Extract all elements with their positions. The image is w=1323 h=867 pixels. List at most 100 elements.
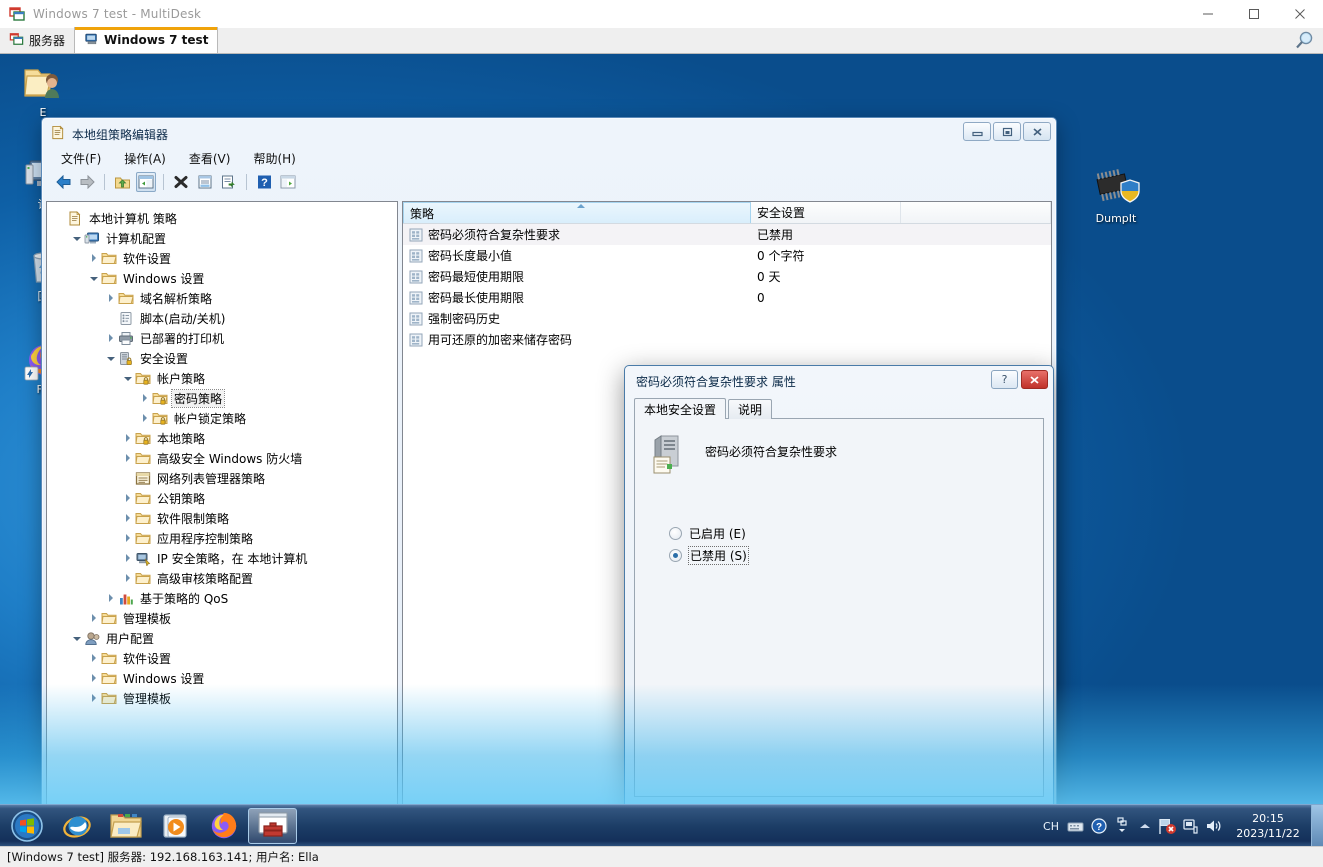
taskbar-clock[interactable]: 20:15 2023/11/22 [1225, 811, 1311, 841]
menu-file[interactable]: 文件(F) [58, 148, 104, 169]
tree-item[interactable]: 用户配置 [47, 628, 397, 648]
policy-tree-pane[interactable]: 本地计算机 策略 计算机配置 软件设置 Windows 设置 域名解析策略 脚本(启动/关… [46, 201, 398, 804]
up-folder-icon[interactable] [112, 172, 132, 192]
twisty-collapsed-icon[interactable] [121, 488, 134, 508]
column-header-policy[interactable]: 策略 [403, 202, 751, 223]
twisty-collapsed-icon[interactable] [121, 528, 134, 548]
tree-item[interactable]: 已部署的打印机 [47, 328, 397, 348]
twisty-collapsed-icon[interactable] [138, 408, 151, 428]
show-pane-icon[interactable] [278, 172, 298, 192]
radio-disabled[interactable]: 已禁用 (S) [669, 544, 1043, 566]
taskbar-media-player[interactable] [150, 808, 199, 844]
tree-item[interactable]: IP 安全策略，在 本地计算机 [47, 548, 397, 568]
twisty-expanded-icon[interactable] [70, 628, 83, 648]
taskbar-file-explorer[interactable] [101, 808, 150, 844]
twisty-expanded-icon[interactable] [121, 368, 134, 388]
desktop-icon-user-folder[interactable]: E [5, 62, 81, 119]
action-center-icon[interactable] [1179, 805, 1202, 847]
tree-item[interactable]: 帐户锁定策略 [47, 408, 397, 428]
back-arrow-icon[interactable] [53, 172, 73, 192]
tree-item[interactable]: Windows 设置 [47, 668, 397, 688]
forward-arrow-icon[interactable] [77, 172, 97, 192]
show-hide-tree-icon[interactable] [136, 172, 156, 192]
dialog-help-button[interactable]: ? [991, 370, 1018, 389]
volume-icon[interactable] [1202, 805, 1225, 847]
gpe-close-button[interactable] [1023, 122, 1051, 141]
delete-x-icon[interactable] [171, 172, 191, 192]
twisty-collapsed-icon[interactable] [87, 648, 100, 668]
tab-servers[interactable]: 服务器 [0, 28, 75, 53]
gpe-restore-button[interactable] [993, 122, 1021, 141]
column-header-blank[interactable] [901, 202, 1051, 223]
tree-item[interactable]: 软件设置 [47, 248, 397, 268]
tree-item[interactable]: 管理模板 [47, 608, 397, 628]
menu-view[interactable]: 查看(V) [186, 148, 234, 169]
export-list-icon[interactable] [219, 172, 239, 192]
windows-start-orb[interactable] [2, 807, 52, 845]
twisty-collapsed-icon[interactable] [138, 388, 151, 408]
tree-item[interactable]: 计算机配置 [47, 228, 397, 248]
magnifier-icon[interactable] [1293, 30, 1315, 52]
tree-item[interactable]: 域名解析策略 [47, 288, 397, 308]
twisty-collapsed-icon[interactable] [121, 428, 134, 448]
dialog-titlebar[interactable]: 密码必须符合复杂性要求 属性 ? [628, 369, 1050, 393]
tree-item[interactable]: 本地计算机 策略 [47, 208, 397, 228]
maximize-button[interactable] [1231, 0, 1277, 28]
tab-windows7test[interactable]: Windows 7 test [74, 27, 219, 53]
policy-list-row[interactable]: 密码长度最小值 0 个字符 [403, 245, 1051, 266]
close-button[interactable] [1277, 0, 1323, 28]
twisty-collapsed-icon[interactable] [121, 548, 134, 568]
twisty-collapsed-icon[interactable] [121, 568, 134, 588]
remote-desktop-surface[interactable]: E 计 回 [0, 54, 1323, 804]
twisty-collapsed-icon[interactable] [87, 608, 100, 628]
menu-action[interactable]: 操作(A) [121, 148, 169, 169]
show-desktop-arrow-icon[interactable] [1133, 805, 1156, 847]
taskbar-firefox[interactable] [199, 808, 248, 844]
show-hidden-icons-icon[interactable] [1110, 805, 1133, 847]
policy-list-row[interactable]: 密码必须符合复杂性要求 已禁用 [403, 224, 1051, 245]
tree-item[interactable]: 高级安全 Windows 防火墙 [47, 448, 397, 468]
show-desktop-button[interactable] [1311, 805, 1323, 847]
twisty-collapsed-icon[interactable] [87, 668, 100, 688]
tab-explain[interactable]: 说明 [728, 399, 773, 419]
keyboard-icon[interactable] [1064, 805, 1087, 847]
twisty-expanded-icon[interactable] [70, 228, 83, 248]
tree-item[interactable]: 软件限制策略 [47, 508, 397, 528]
policy-list-row[interactable]: 用可还原的加密来储存密码 [403, 329, 1051, 350]
tree-item[interactable]: Windows 设置 [47, 268, 397, 288]
dialog-close-button[interactable] [1021, 370, 1048, 389]
tree-item[interactable]: 高级审核策略配置 [47, 568, 397, 588]
twisty-collapsed-icon[interactable] [87, 688, 100, 708]
twisty-collapsed-icon[interactable] [121, 508, 134, 528]
taskbar-internet-explorer[interactable] [52, 808, 101, 844]
tree-item[interactable]: 本地策略 [47, 428, 397, 448]
twisty-expanded-icon[interactable] [104, 348, 117, 368]
tree-item[interactable]: 管理模板 [47, 688, 397, 708]
twisty-collapsed-icon[interactable] [87, 248, 100, 268]
gpe-titlebar[interactable]: 本地组策略编辑器 [45, 121, 1053, 147]
tree-item[interactable]: 应用程序控制策略 [47, 528, 397, 548]
policy-list-row[interactable]: 密码最短使用期限 0 天 [403, 266, 1051, 287]
tree-item[interactable]: 帐户策略 [47, 368, 397, 388]
menu-help[interactable]: 帮助(H) [250, 148, 298, 169]
tab-local-security-setting[interactable]: 本地安全设置 [634, 398, 727, 419]
minimize-button[interactable] [1185, 0, 1231, 28]
properties-icon[interactable] [195, 172, 215, 192]
policy-list-row[interactable]: 密码最长使用期限 0 [403, 287, 1051, 308]
help-icon[interactable]: ? [254, 172, 274, 192]
twisty-collapsed-icon[interactable] [121, 448, 134, 468]
radio-enabled[interactable]: 已启用 (E) [669, 522, 1043, 544]
twisty-expanded-icon[interactable] [87, 268, 100, 288]
help-circle-icon[interactable]: ? [1087, 805, 1110, 847]
gpe-minimize-button[interactable] [963, 122, 991, 141]
tree-item[interactable]: 基于策略的 QoS [47, 588, 397, 608]
tree-item[interactable]: 安全设置 [47, 348, 397, 368]
twisty-collapsed-icon[interactable] [104, 328, 117, 348]
tree-item[interactable]: 公钥策略 [47, 488, 397, 508]
twisty-collapsed-icon[interactable] [104, 588, 117, 608]
policy-list-row[interactable]: 强制密码历史 [403, 308, 1051, 329]
desktop-icon-dumpit[interactable]: DumpIt [1078, 168, 1154, 225]
network-error-icon[interactable] [1156, 805, 1179, 847]
ime-indicator[interactable]: CH [1038, 805, 1064, 847]
taskbar-group-policy-editor[interactable] [248, 807, 297, 844]
